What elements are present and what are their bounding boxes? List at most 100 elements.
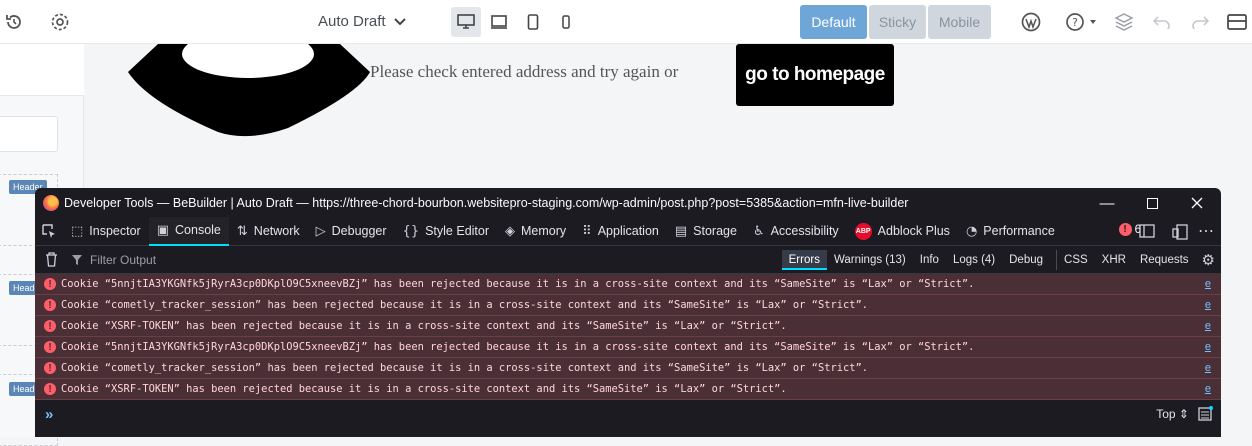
redo-icon[interactable]	[1189, 11, 1211, 33]
more-options-icon[interactable]: ⋯	[1198, 221, 1214, 241]
dock-side-icon[interactable]	[1172, 224, 1188, 243]
console-error-message[interactable]: ! Cookie “cometly_tracker_session” has be…	[35, 295, 1221, 316]
sidebar-search-input[interactable]	[0, 116, 58, 152]
clear-console-icon[interactable]	[45, 252, 58, 267]
tab-debugger[interactable]: ▷ Debugger	[308, 217, 395, 246]
close-icon[interactable]	[1177, 192, 1217, 214]
filter-errors[interactable]: Errors	[781, 250, 827, 270]
message-source-link[interactable]: e	[1205, 299, 1211, 311]
message-text: Cookie “5nnjtIA3YKGNfk5jRyrA3cp0DKplO9C5…	[61, 341, 975, 353]
tab-application[interactable]: ⠿ Application	[574, 217, 667, 246]
history-icon[interactable]	[3, 11, 25, 33]
responsive-design-icon[interactable]	[1139, 224, 1155, 241]
tab-label: Inspector	[89, 224, 141, 238]
message-text: Cookie “XSRF-TOKEN” has been rejected be…	[61, 320, 787, 332]
undo-icon[interactable]	[1151, 11, 1173, 33]
context-selector[interactable]: Top ⇕	[1156, 407, 1189, 421]
help-icon[interactable]: ?	[1062, 11, 1102, 33]
mode-sticky-button[interactable]: Sticky	[869, 5, 926, 39]
tab-console[interactable]: ▣ Console	[148, 216, 229, 246]
message-source-link[interactable]: e	[1205, 320, 1211, 332]
message-text: Cookie “XSRF-TOKEN” has been rejected be…	[61, 383, 787, 395]
tab-network[interactable]: ⇅ Network	[229, 217, 308, 246]
svg-text:?: ?	[1072, 16, 1078, 29]
tab-memory[interactable]: ◈ Memory	[497, 217, 574, 246]
not-found-message: Please check entered address and try aga…	[370, 62, 679, 81]
message-text: Cookie “cometly_tracker_session” has bee…	[61, 299, 868, 311]
console-filter-bar: Filter Output Errors Warnings (13) Info …	[35, 246, 1221, 274]
devtools-titlebar: Developer Tools — BeBuilder | Auto Draft…	[35, 188, 1221, 217]
tablet-view-icon[interactable]	[518, 7, 548, 37]
error-count-badge[interactable]: ! 6	[1118, 223, 1141, 236]
storage-icon: ▤	[674, 223, 688, 239]
minimize-icon[interactable]: —	[1087, 192, 1127, 214]
go-to-homepage-button[interactable]: go to homepage	[736, 44, 894, 106]
filter-xhr[interactable]: XHR	[1095, 250, 1133, 270]
laptop-view-icon[interactable]	[485, 7, 515, 37]
filter-debug[interactable]: Debug	[1002, 250, 1050, 270]
message-source-link[interactable]: e	[1205, 362, 1211, 374]
console-input[interactable]: » Top ⇕	[35, 400, 1221, 428]
error-icon: !	[44, 278, 56, 290]
filter-logs[interactable]: Logs (4)	[946, 250, 1002, 270]
wordpress-icon[interactable]	[1020, 11, 1042, 33]
tab-label: Adblock Plus	[877, 224, 950, 238]
message-text: Cookie “5nnjtIA3YKGNfk5jRyrA3cp0DKplO9C5…	[61, 278, 975, 290]
debugger-icon: ▷	[315, 223, 326, 239]
tab-accessibility[interactable]: ♿ Accessibility	[745, 217, 847, 246]
tab-adblock-plus[interactable]: ABP Adblock Plus	[847, 217, 958, 246]
message-source-link[interactable]: e	[1205, 341, 1211, 353]
filter-info[interactable]: Info	[913, 250, 946, 270]
mode-mobile-button[interactable]: Mobile	[928, 5, 991, 39]
adblock-plus-icon: ABP	[854, 222, 872, 240]
console-error-message[interactable]: ! Cookie “5nnjtIA3YKGNfk5jRyrA3cp0DKplO9C…	[35, 337, 1221, 358]
desktop-view-icon[interactable]	[451, 7, 481, 37]
draft-selector[interactable]: Auto Draft	[318, 13, 406, 30]
tab-label: Console	[175, 223, 221, 237]
console-error-message[interactable]: ! Cookie “5nnjtIA3YKGNfk5jRyrA3cp0DKplO9C…	[35, 274, 1221, 295]
tab-inspector[interactable]: ⬚ Inspector	[63, 217, 149, 246]
layers-icon[interactable]	[1113, 11, 1135, 33]
log-level-filters: Errors Warnings (13) Info Logs (4) Debug…	[781, 246, 1215, 274]
maximize-icon[interactable]	[1132, 192, 1172, 214]
devtools-title: Developer Tools — BeBuilder | Auto Draft…	[64, 195, 909, 210]
tab-storage[interactable]: ▤ Storage	[667, 217, 745, 246]
preview-panel-icon[interactable]	[1226, 11, 1248, 33]
console-error-message[interactable]: ! Cookie “XSRF-TOKEN” has been rejected b…	[35, 316, 1221, 337]
filter-css[interactable]: CSS	[1056, 250, 1095, 270]
tab-label: Storage	[693, 224, 737, 238]
error-icon: !	[44, 362, 56, 374]
error-icon: !	[44, 383, 56, 395]
filter-warnings[interactable]: Warnings (13)	[827, 250, 913, 270]
tab-performance[interactable]: ◔ Performance	[958, 217, 1063, 246]
error-icon: !	[1118, 223, 1132, 236]
element-picker-icon[interactable]	[35, 217, 63, 246]
editor-mode-icon[interactable]	[1198, 406, 1213, 426]
style-editor-icon: {}	[402, 223, 420, 239]
memory-icon: ◈	[505, 223, 516, 239]
mobile-view-icon[interactable]	[552, 7, 582, 37]
builder-toolbar: Auto Draft Default Sticky Mobile ?	[0, 0, 1252, 44]
console-error-message[interactable]: ! Cookie “XSRF-TOKEN” has been rejected b…	[35, 379, 1221, 400]
draft-label: Auto Draft	[318, 13, 386, 30]
accessibility-icon: ♿	[752, 223, 765, 239]
console-error-message[interactable]: ! Cookie “cometly_tracker_session” has be…	[35, 358, 1221, 379]
tab-label: Accessibility	[770, 224, 839, 238]
prompt-chevron-icon: »	[45, 405, 54, 423]
tab-label: Debugger	[331, 224, 387, 238]
settings-gear-icon[interactable]	[49, 11, 71, 33]
filter-output-input[interactable]: Filter Output	[72, 253, 156, 267]
tab-label: Style Editor	[425, 224, 490, 238]
application-icon: ⠿	[582, 223, 592, 239]
inspector-icon: ⬚	[71, 223, 84, 239]
filter-requests[interactable]: Requests	[1133, 250, 1196, 270]
message-source-link[interactable]: e	[1205, 278, 1211, 290]
not-found-illustration	[128, 44, 370, 137]
console-settings-gear-icon[interactable]: ⚙	[1202, 251, 1215, 269]
error-icon: !	[44, 299, 56, 311]
firefox-logo-icon	[43, 194, 59, 211]
message-source-link[interactable]: e	[1205, 383, 1211, 395]
mode-default-button[interactable]: Default	[800, 5, 867, 39]
error-icon: !	[44, 341, 56, 353]
tab-style-editor[interactable]: {} Style Editor	[395, 217, 497, 246]
